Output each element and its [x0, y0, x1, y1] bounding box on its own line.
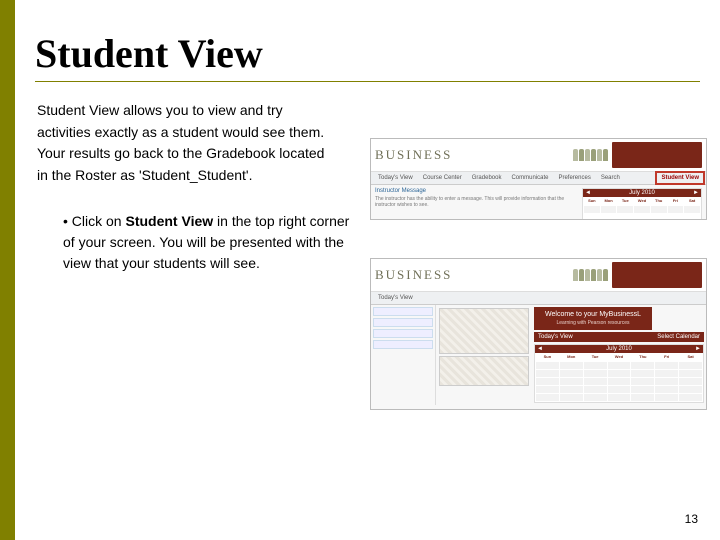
calendar-toolbar: Today's View Select Calendar — [534, 332, 704, 342]
calendar-widget: ◄ July 2010 ► SunMonTueWedThuFriSat — [534, 344, 704, 403]
screenshot-instructor-view: BUSINESS Today's View Course Center Grad… — [370, 138, 707, 220]
cal-month: July 2010 — [629, 190, 655, 196]
cal-month: July 2010 — [606, 346, 632, 352]
tab-search: Search — [598, 174, 623, 182]
bullet-prefix: • Click on — [63, 213, 125, 229]
calendar-widget: ◄ July 2010 ► SunMonTueWedThuFriSat — [582, 188, 702, 220]
toolbar-left: Today's View — [538, 334, 573, 340]
course-image — [439, 308, 529, 354]
tab-todays-view: Today's View — [375, 294, 416, 302]
welcome-subtitle: Learning with Pearson resources — [538, 320, 648, 326]
nav-tabs: Today's View — [371, 292, 706, 305]
toolbar-right: Select Calendar — [657, 334, 700, 340]
cal-prev-icon: ◄ — [537, 346, 543, 352]
sidebar-notifications — [371, 305, 436, 405]
tab-todays-view: Today's View — [375, 174, 416, 182]
accent-bar — [0, 0, 15, 540]
lms-logo: BUSINESS — [375, 267, 452, 283]
page-title: Student View — [35, 30, 720, 77]
tab-preferences: Preferences — [555, 174, 593, 182]
user-info-box — [612, 142, 702, 168]
course-image — [439, 356, 529, 386]
tab-gradebook: Gradebook — [469, 174, 505, 182]
message-area: Instructor Message The instructor has th… — [375, 188, 578, 220]
tab-communicate: Communicate — [508, 174, 551, 182]
message-body: The instructor has the ability to enter … — [375, 196, 578, 208]
people-icon — [573, 149, 608, 161]
people-icon — [573, 269, 608, 281]
bullet-bold: Student View — [125, 213, 213, 229]
slide: Student View Student View allows you to … — [15, 0, 720, 540]
welcome-panel: Welcome to your MyBusinessL Learning wit… — [534, 307, 652, 330]
title-underline — [35, 81, 700, 82]
tab-course-center: Course Center — [420, 174, 465, 182]
screenshot-student-view: BUSINESS Today's View Welcome to your My… — [370, 258, 707, 410]
cal-prev-icon: ◄ — [585, 190, 591, 196]
main-area — [436, 305, 532, 405]
cal-next-icon: ► — [695, 346, 701, 352]
instruction-bullet: • Click on Student View in the top right… — [63, 211, 363, 274]
user-info-box — [612, 262, 702, 288]
intro-paragraph: Student View allows you to view and try … — [37, 100, 337, 187]
cal-next-icon: ► — [693, 190, 699, 196]
calendar-grid: SunMonTueWedThuFriSat — [583, 197, 701, 214]
message-title: Instructor Message — [375, 188, 578, 194]
nav-tabs: Today's View Course Center Gradebook Com… — [371, 172, 706, 185]
page-number: 13 — [685, 512, 698, 526]
student-view-link: Student View — [658, 174, 702, 182]
lms-logo: BUSINESS — [375, 147, 452, 163]
welcome-title: Welcome to your MyBusinessL — [545, 311, 641, 318]
calendar-grid: SunMonTueWedThuFriSat — [535, 353, 703, 402]
